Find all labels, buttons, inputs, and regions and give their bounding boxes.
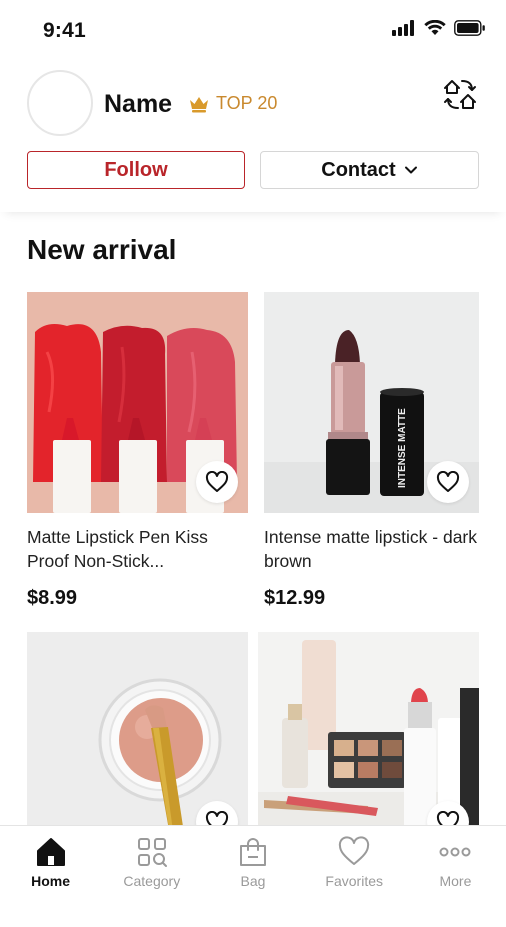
tab-home[interactable]: Home <box>0 826 101 901</box>
category-icon <box>137 838 167 867</box>
product-card[interactable]: INTENSE MATTE Intense matte lipstick - d… <box>264 292 479 610</box>
bottom-tab-bar: Home Category Bag Favorites More <box>0 825 506 901</box>
cellular-icon <box>392 20 414 36</box>
product-title[interactable]: Matte Lipstick Pen Kiss Proof Non-Stick.… <box>27 525 248 573</box>
product-image[interactable] <box>27 632 248 853</box>
tab-bag-label: Bag <box>240 873 266 889</box>
contact-dropdown[interactable]: Contact <box>260 151 479 189</box>
status-time: 9:41 <box>43 19 86 42</box>
store-header: Name TOP 20 Follow Contact <box>0 60 506 212</box>
package-text: INTENSE MATTE <box>397 408 408 488</box>
tab-more-label: More <box>439 873 472 889</box>
product-card[interactable]: Matte Lipstick Pen Kiss Proof Non-Stick.… <box>27 292 248 610</box>
tab-bag[interactable]: Bag <box>202 826 303 901</box>
rank-badge-label: TOP 20 <box>216 93 278 113</box>
tab-favorites-label: Favorites <box>325 873 383 889</box>
store-name: Name <box>104 90 173 118</box>
section-title: New arrival <box>27 234 177 265</box>
bag-icon <box>240 838 266 866</box>
follow-button[interactable]: Follow <box>27 151 245 189</box>
heart-outline-icon <box>436 471 460 492</box>
switch-store-button[interactable] <box>442 76 478 112</box>
product-image[interactable]: INTENSE MATTE <box>264 292 479 513</box>
switch-icon <box>444 80 476 109</box>
product-price: $8.99 <box>27 587 78 609</box>
heart-icon <box>339 836 370 865</box>
product-price: $12.99 <box>264 587 326 609</box>
battery-icon <box>454 20 485 36</box>
wifi-icon <box>424 20 446 35</box>
tab-category[interactable]: Category <box>101 826 202 901</box>
chevron-down-icon <box>404 166 417 174</box>
status-bar: 9:41 <box>0 0 506 60</box>
rank-badge: TOP 20 <box>188 93 277 114</box>
product-image[interactable] <box>258 632 479 853</box>
product-image[interactable] <box>27 292 248 513</box>
contact-label: Contact <box>321 158 396 181</box>
product-title[interactable]: Intense matte lipstick - dark brown <box>264 525 479 573</box>
tab-home-label: Home <box>31 873 71 889</box>
crown-icon <box>190 96 208 112</box>
follow-button-label: Follow <box>104 158 168 181</box>
avatar[interactable] <box>27 70 93 136</box>
heart-outline-icon <box>205 471 229 492</box>
tab-favorites[interactable]: Favorites <box>304 826 405 901</box>
more-icon <box>439 847 471 857</box>
tab-category-label: Category <box>123 873 181 889</box>
tab-more[interactable]: More <box>405 826 506 901</box>
favorite-button[interactable] <box>196 461 238 503</box>
status-icons <box>392 20 486 36</box>
home-icon <box>36 838 65 866</box>
favorite-button[interactable] <box>427 461 469 503</box>
